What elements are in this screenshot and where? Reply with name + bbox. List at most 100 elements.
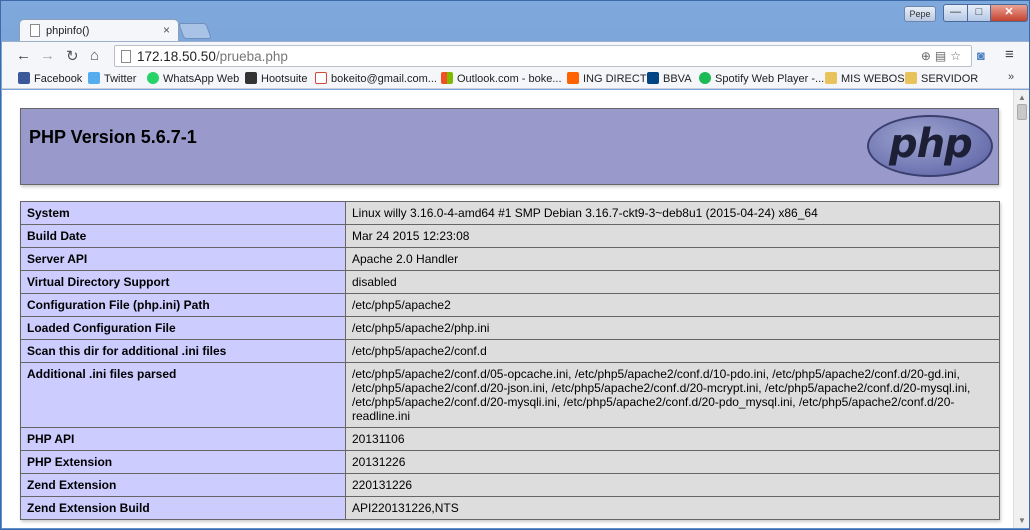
address-bar[interactable]: 172.18.50.50/prueba.php ⊕▤☆ (114, 45, 972, 67)
bookmark-whatsapp[interactable]: WhatsApp Web (147, 72, 239, 85)
row-value: /etc/php5/apache2/php.ini (345, 316, 1000, 340)
row-value: Apache 2.0 Handler (345, 247, 1000, 271)
bookmark-label: MIS WEBOS (841, 73, 905, 85)
bookmark-ing[interactable]: ING DIRECT (567, 72, 647, 85)
address-bar-icons: ⊕▤☆ (921, 49, 965, 63)
outlook-icon (441, 72, 453, 84)
bookmark-label: SERVIDOR (921, 73, 979, 85)
menu-icon[interactable]: ≡ (1005, 46, 1014, 63)
row-key: Zend Extension Build (20, 496, 346, 520)
row-key: Build Date (20, 224, 346, 248)
url-path: /prueba.php (215, 49, 288, 64)
table-row: Configuration File (php.ini) Path/etc/ph… (20, 293, 1000, 317)
row-value: API220131226,NTS (345, 496, 1000, 520)
table-row: Scan this dir for additional .ini files /… (20, 339, 1000, 363)
row-value: Mar 24 2015 12:23:08 (345, 224, 1000, 248)
table-row: PHP Extension 20131226 (20, 450, 1000, 474)
scroll-down-icon[interactable]: ▼ (1018, 516, 1026, 525)
php-header: PHP Version 5.6.7-1 php (20, 108, 999, 185)
bbva-icon (647, 72, 659, 84)
bookmark-folder-servidor[interactable]: SERVIDOR (905, 72, 978, 85)
back-arrow-icon[interactable]: ← (16, 47, 31, 64)
bookmark-hootsuite[interactable]: Hootsuite (245, 72, 307, 85)
row-value: /etc/php5/apache2/conf.d/05-opcache.ini,… (345, 362, 1000, 428)
folder-icon (905, 72, 917, 84)
twitter-icon (88, 72, 100, 84)
page-content: PHP Version 5.6.7-1 php System Linux will… (2, 90, 1013, 528)
bookmark-label: Facebook (34, 73, 83, 85)
bookmark-folder-mis-webos[interactable]: MIS WEBOS (825, 72, 905, 85)
php-logo-text: php (889, 121, 973, 167)
translate-icon[interactable]: ▤ (935, 49, 950, 63)
forward-arrow-icon[interactable]: → (40, 47, 55, 64)
maximize-button[interactable]: □ (967, 4, 991, 22)
bookmark-spotify[interactable]: Spotify Web Player -... (699, 72, 824, 85)
row-value: 20131226 (345, 450, 1000, 474)
table-row: System Linux willy 3.16.0-4-amd64 #1 SMP … (20, 201, 1000, 225)
hootsuite-icon (245, 72, 257, 84)
row-key: Loaded Configuration File (20, 316, 346, 340)
table-row: PHP API 20131106 (20, 427, 1000, 451)
page-icon (30, 24, 40, 37)
bookmark-facebook[interactable]: Facebook (18, 72, 82, 85)
whatsapp-icon (147, 72, 159, 84)
reload-icon[interactable]: ↻ (66, 47, 79, 65)
more-bookmarks-icon[interactable]: » (1008, 71, 1014, 83)
tab-phpinfo[interactable]: phpinfo() × (19, 19, 179, 41)
row-value: disabled (345, 270, 1000, 294)
row-value: /etc/php5/apache2 (345, 293, 1000, 317)
ing-icon (567, 72, 579, 84)
row-key: PHP Extension (20, 450, 346, 474)
profile-button[interactable]: Pepe (904, 6, 936, 22)
facebook-icon (18, 72, 30, 84)
table-row: Virtual Directory Support disabled (20, 270, 1000, 294)
tab-label: phpinfo() (46, 25, 90, 37)
bookmark-label: bokeito@gmail.com... (331, 73, 437, 85)
bookmark-twitter[interactable]: Twitter (88, 72, 136, 85)
camera-icon[interactable]: ◙ (977, 48, 985, 63)
bookmarks-bar: Facebook Twitter WhatsApp Web Hootsuite … (2, 69, 1029, 89)
page-info-icon[interactable] (121, 50, 131, 63)
table-row: Zend Extension 220131226 (20, 473, 1000, 497)
bookmark-label: Outlook.com - boke... (457, 73, 562, 85)
table-row: Loaded Configuration File/etc/php5/apach… (20, 316, 1000, 340)
url-text[interactable]: 172.18.50.50/prueba.php (137, 49, 288, 64)
row-key: Additional .ini files parsed (20, 362, 346, 428)
info-table: System Linux willy 3.16.0-4-amd64 #1 SMP … (20, 201, 1000, 520)
row-value: 20131106 (345, 427, 1000, 451)
browser-window: phpinfo() × Pepe — □ ✕ ← → ↻ ⌂ 172.18.50… (0, 0, 1030, 530)
bookmark-label: Twitter (104, 73, 137, 85)
bookmark-label: Spotify Web Player -... (715, 73, 825, 85)
new-tab-button[interactable] (178, 23, 212, 39)
row-value: Linux willy 3.16.0-4-amd64 #1 SMP Debian… (345, 201, 1000, 225)
scroll-thumb[interactable] (1017, 104, 1027, 120)
folder-icon (825, 72, 837, 84)
row-key: Zend Extension (20, 473, 346, 497)
row-value: 220131226 (345, 473, 1000, 497)
table-row: Build Date Mar 24 2015 12:23:08 (20, 224, 1000, 248)
toolbar: ← → ↻ ⌂ 172.18.50.50/prueba.php ⊕▤☆ ◙ ≡ (2, 41, 1029, 69)
minimize-button[interactable]: — (943, 4, 968, 22)
row-value: /etc/php5/apache2/conf.d (345, 339, 1000, 363)
row-key: Virtual Directory Support (20, 270, 346, 294)
scroll-up-icon[interactable]: ▲ (1018, 93, 1026, 102)
bookmark-label: WhatsApp Web (163, 73, 240, 85)
bookmark-star-icon[interactable]: ☆ (950, 49, 965, 63)
home-icon[interactable]: ⌂ (90, 47, 99, 64)
tab-close-icon[interactable]: × (163, 23, 170, 37)
zoom-icon[interactable]: ⊕ (921, 49, 935, 63)
vertical-scrollbar[interactable]: ▲ ▼ (1013, 90, 1029, 528)
tab-strip: phpinfo() × Pepe — □ ✕ (1, 1, 1030, 41)
bookmark-label: ING DIRECT (583, 73, 647, 85)
spotify-icon (699, 72, 711, 84)
bookmark-label: Hootsuite (261, 73, 308, 85)
bookmark-bbva[interactable]: BBVA (647, 72, 692, 85)
php-logo: php (867, 115, 993, 177)
close-window-button[interactable]: ✕ (990, 4, 1028, 22)
bookmark-gmail[interactable]: bokeito@gmail.com... (315, 72, 437, 85)
table-row: Additional .ini files parsed/etc/php5/ap… (20, 362, 1000, 428)
bookmark-label: BBVA (663, 73, 692, 85)
bookmark-outlook[interactable]: Outlook.com - boke... (441, 72, 562, 85)
row-key: PHP API (20, 427, 346, 451)
url-host: 172.18.50.50 (137, 49, 216, 64)
